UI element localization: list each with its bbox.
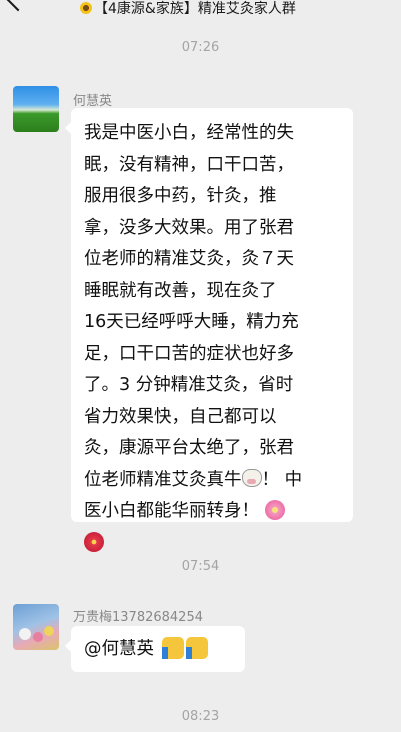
message-line: 16天已经呼呼大睡，精力充 <box>84 312 299 332</box>
message-text: 医小白都能华丽转身！ <box>84 501 259 521</box>
avatar[interactable] <box>13 604 59 650</box>
message-bubble[interactable]: 我是中医小白，经常性的失 眠，没有精神，口干口苦， 服用很多中药，针灸，推 拿，… <box>65 108 353 552</box>
cow-face-icon <box>241 468 262 487</box>
sender-name: 何慧英 <box>73 94 113 109</box>
timestamp: 07:54 <box>181 559 220 574</box>
message-line <box>84 528 341 560</box>
message-text: 位老师精准艾灸真牛 <box>84 469 242 490</box>
message-line: 医小白都能华丽转身！ <box>84 496 341 528</box>
chat-title-text: 【4康源&家族】精准艾灸家人群 <box>94 1 296 17</box>
message-line: 位老师精准艾灸真牛 ！ 中 <box>84 465 341 497</box>
sunflower-icon <box>80 2 92 14</box>
message-line: 位老师的精准艾灸，灸７天 <box>84 249 294 269</box>
message-line: 眠，没有精神，口干口苦， <box>84 154 294 175</box>
timestamp: 08:23 <box>181 709 220 724</box>
avatar[interactable] <box>13 86 59 132</box>
hibiscus-icon <box>84 531 104 552</box>
message-line: 省力效果快，自己都可以 <box>84 406 277 427</box>
timestamp: 07:26 <box>181 40 220 55</box>
chat-header: 【4康源&家族】精准艾灸家人群 <box>0 0 401 22</box>
mention-text[interactable]: @何慧英 <box>84 639 154 659</box>
chevron-left-icon[interactable] <box>6 0 30 12</box>
message-line: 我是中医小白，经常性的失 <box>84 123 294 143</box>
thumbs-up-icon <box>161 637 184 659</box>
message-line: 睡眠就有改善，现在灸了 <box>84 280 277 301</box>
message-line: 服用很多中药，针灸，推 <box>84 186 277 206</box>
message-line: 足，口干口苦的症状也好多 <box>84 343 294 364</box>
chat-title: 【4康源&家族】精准艾灸家人群 <box>80 0 340 18</box>
message-bubble[interactable]: @何慧英 <box>65 626 245 672</box>
message-line: 拿，没多大效果。用了张君 <box>84 217 294 238</box>
sender-name: 万贵梅13782684254 <box>73 610 203 625</box>
thumbs-up-icon <box>185 637 208 659</box>
message-line: 了。3 分钟精准艾灸，省时 <box>84 375 294 395</box>
cherry-blossom-icon <box>264 500 285 520</box>
message-text: ！ 中 <box>261 469 303 490</box>
message-line: 灸，康源平台太绝了，张君 <box>84 438 294 458</box>
